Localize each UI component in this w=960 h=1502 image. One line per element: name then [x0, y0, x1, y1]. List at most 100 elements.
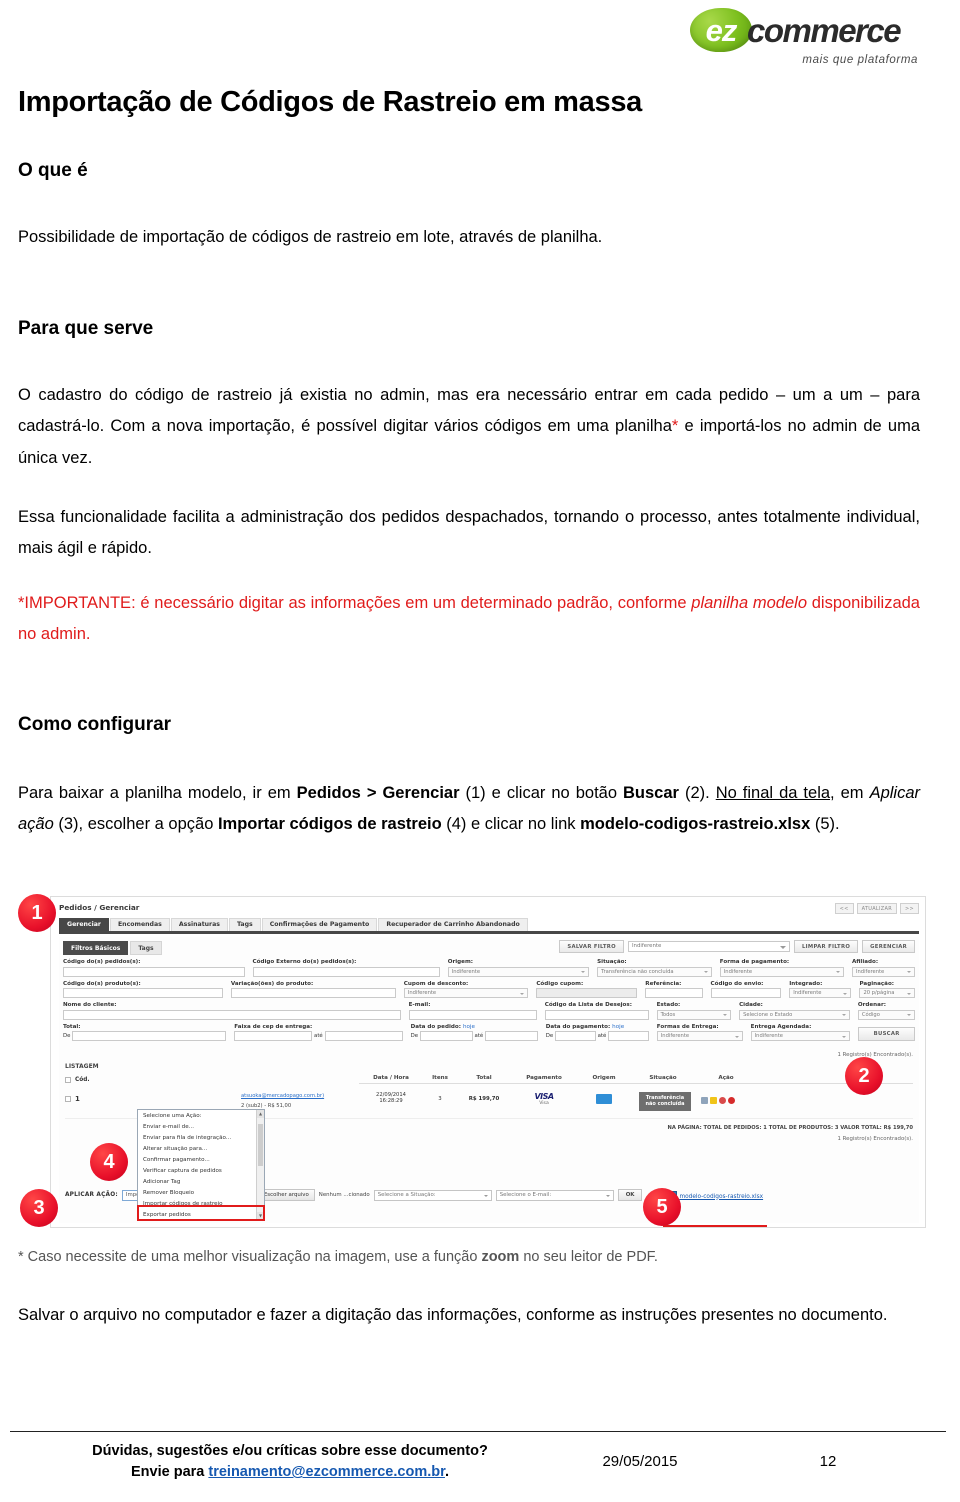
option-verificar-captura[interactable]: Verificar captura de pedidos [138, 1165, 264, 1176]
detail-icon[interactable] [701, 1097, 708, 1104]
marker-2: 2 [845, 1057, 883, 1095]
select-estado[interactable]: Todos [656, 1009, 732, 1020]
flag-icon[interactable] [710, 1097, 717, 1104]
option-alterar-situacao[interactable]: Alterar situação para... [138, 1143, 264, 1154]
tab-recuperador-carrinho[interactable]: Recuperador de Carrinho Abandonado [378, 917, 528, 931]
option-enviar-email[interactable]: Enviar e-mail de... [138, 1121, 264, 1132]
situacao-select[interactable]: Selecione a Situação: [373, 1189, 492, 1201]
subtab-tags[interactable]: Tags [130, 941, 162, 955]
input-codigo-produtos[interactable] [63, 988, 223, 998]
input-total-de[interactable] [72, 1031, 227, 1041]
ok-button[interactable]: OK [617, 1189, 643, 1201]
label-origem: Origem: [447, 959, 474, 965]
input-nome-cliente[interactable] [63, 1009, 401, 1020]
select-situacao[interactable]: Transferência não concluída [597, 966, 712, 977]
subtab-filtros-basicos[interactable]: Filtros Básicos [63, 941, 129, 955]
document-page: ez commerce mais que plataforma Importaç… [0, 0, 960, 1502]
option-remover-bloqueio[interactable]: Remover Bloqueio [138, 1187, 264, 1198]
input-referencia[interactable] [645, 988, 703, 998]
footer-email-link[interactable]: treinamento@ezcommerce.com.br [208, 1464, 445, 1480]
input-codigo-lista[interactable] [544, 1009, 649, 1020]
label-ate-cep: até [314, 1033, 323, 1039]
salvar-filtro-button[interactable]: SALVAR FILTRO [559, 940, 624, 953]
row-customer-email[interactable]: atsuoka@mercadopago.com.br) [241, 1093, 324, 1099]
label-ate-pagamento: até [597, 1033, 607, 1039]
dropdown-scrollbar[interactable]: ▲ ▼ [256, 1110, 264, 1220]
select-all-checkbox[interactable] [65, 1077, 71, 1083]
input-data-pagamento-de[interactable] [555, 1031, 596, 1041]
select-entrega-agendada[interactable]: Indiferente [750, 1031, 851, 1041]
tab-encomendas[interactable]: Encomendas [109, 917, 170, 931]
select-origem[interactable]: Indiferente [447, 966, 590, 977]
cancel-icon[interactable] [728, 1097, 735, 1104]
select-forma-pagamento[interactable]: Indiferente [719, 966, 844, 977]
input-codigo-pedidos[interactable] [63, 966, 245, 977]
input-data-pedido-de[interactable] [420, 1031, 473, 1041]
modelo-codigos-rastreio-link[interactable]: modelo-codigos-rastreio.xlsx [679, 1194, 763, 1200]
input-data-pagamento-ate[interactable] [608, 1031, 649, 1041]
buscar-button[interactable]: BUSCAR [858, 1027, 915, 1041]
tab-tags[interactable]: Tags [228, 917, 261, 931]
row-checkbox[interactable] [65, 1096, 71, 1102]
option-selecione-acao[interactable]: Selecione uma Ação: [138, 1110, 264, 1121]
status-badge: Transferência não concluída [639, 1092, 691, 1111]
footer-send-line: Envie para treinamento@ezcommerce.com.br… [10, 1462, 570, 1484]
saved-filter-select[interactable]: Indiferente [627, 941, 790, 952]
field-paginacao: Paginação: 20 p/página [859, 981, 915, 998]
label-codigo-lista: Código da Lista de Desejos: [544, 1002, 632, 1008]
tab-confirmacoes-pagamento[interactable]: Confirmações de Pagamento [261, 917, 378, 931]
filters-grid: Código do(s) pedidos(s): Código Externo … [63, 959, 916, 1045]
como-b1: Pedidos [296, 784, 361, 802]
limpar-filtro-button[interactable]: LIMPAR FILTRO [793, 940, 859, 953]
label-codigo-produtos: Código do(s) produto(s): [63, 980, 141, 987]
scroll-up-icon[interactable]: ▲ [257, 1110, 264, 1118]
email-select[interactable]: Selecione o E-mail: [495, 1189, 614, 1201]
data-pedido-hoje-link[interactable]: hoje [463, 1024, 475, 1030]
select-afiliado[interactable]: Indiferente [851, 966, 915, 977]
next-button[interactable]: >> [900, 903, 919, 914]
label-formas-entrega: Formas de Entrega: [656, 1023, 719, 1030]
label-codigo-externo: Código Externo do(s) pedidos(s): [252, 959, 357, 965]
select-formas-entrega[interactable]: Indiferente [656, 1031, 743, 1041]
paragraph-como-configurar: Para baixar a planilha modelo, ir em Ped… [18, 778, 920, 841]
como-t4: (2). [678, 784, 716, 802]
input-variacoes[interactable] [230, 988, 396, 998]
select-cupom-desconto[interactable]: Indiferente [403, 988, 529, 998]
input-email[interactable] [408, 1009, 537, 1020]
refresh-button[interactable]: ATUALIZAR [856, 903, 898, 914]
th-total: Total [476, 1075, 492, 1081]
input-codigo-envio[interactable] [710, 988, 782, 998]
field-codigo-produtos: Código do(s) produto(s): [63, 980, 223, 998]
prev-button[interactable]: << [834, 903, 854, 914]
input-cep-de[interactable] [234, 1031, 313, 1041]
input-codigo-externo[interactable] [252, 966, 440, 977]
block-icon[interactable] [719, 1097, 726, 1104]
input-cep-ate[interactable] [324, 1031, 403, 1041]
scrollbar-thumb[interactable] [258, 1124, 263, 1166]
select-cidade[interactable]: Selecione o Estado [739, 1009, 850, 1020]
footer-send-label: Envie para [131, 1464, 209, 1481]
field-faixa-cep: Faixa de cep de entrega: até [234, 1024, 403, 1041]
field-variacoes: Variação(ões) do produto: [230, 981, 396, 998]
select-ordenar[interactable]: Código [857, 1009, 916, 1020]
tab-gerenciar[interactable]: Gerenciar [59, 917, 109, 931]
gerenciar-button[interactable]: GERENCIAR [862, 940, 915, 953]
como-u1: No final da tela [715, 784, 831, 802]
label-referencia: Referência: [645, 980, 682, 987]
input-data-pedido-ate[interactable] [485, 1031, 538, 1041]
select-integrado[interactable]: Indiferente [789, 988, 852, 998]
model-link-wrap: modelo-codigos-rastreio.xlsx [670, 1190, 763, 1200]
escolher-arquivo-button[interactable]: Escolher arquivo [257, 1189, 315, 1201]
tab-assinaturas[interactable]: Assinaturas [170, 917, 228, 931]
filter-row-1: Código do(s) pedidos(s): Código Externo … [63, 959, 915, 977]
field-codigo-cupom: Código cupom: [536, 981, 638, 998]
como-t8: (5). [810, 815, 840, 834]
select-paginacao[interactable]: 20 p/página [859, 988, 915, 998]
option-enviar-fila-integracao[interactable]: Enviar para fila de integração... [138, 1132, 264, 1143]
option-adicionar-tag[interactable]: Adicionar Tag [138, 1176, 264, 1187]
input-codigo-cupom[interactable] [536, 988, 638, 998]
option-confirmar-pagamento[interactable]: Confirmar pagamento... [138, 1154, 264, 1165]
como-t2: > [360, 784, 383, 802]
logo-wordmark: commerce [747, 11, 902, 49]
data-pagamento-hoje-link[interactable]: hoje [612, 1024, 624, 1030]
